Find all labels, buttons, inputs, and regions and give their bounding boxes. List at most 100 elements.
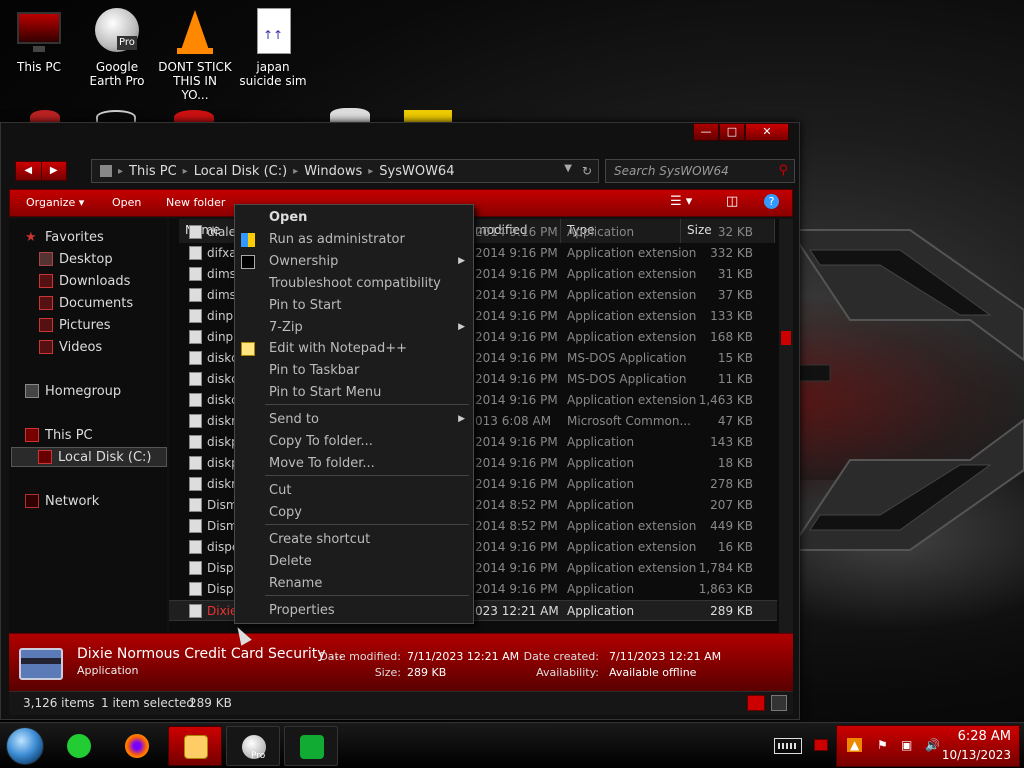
nav-label: Homegroup: [45, 383, 122, 399]
context-menu-item[interactable]: Move To folder...: [235, 453, 473, 475]
status-selected-size: 289 KB: [189, 696, 232, 710]
context-menu-item[interactable]: Pin to Start Menu: [235, 382, 473, 404]
nav-network[interactable]: Network: [25, 491, 181, 511]
address-bar[interactable]: ▸ This PC ▸ Local Disk (C:) ▸ Windows ▸ …: [91, 159, 599, 183]
type-cell: Application extension: [567, 540, 697, 554]
context-menu-label: Properties: [269, 603, 335, 618]
chevron-down-icon[interactable]: ▼: [564, 163, 572, 174]
desktop-folder-icon: [39, 252, 53, 266]
preview-pane-icon[interactable]: ◫: [726, 194, 738, 209]
nav-homegroup[interactable]: Homegroup: [25, 381, 181, 401]
date-modified-cell: 2014 9:16 PM: [475, 393, 558, 407]
scrollbar-thumb[interactable]: [781, 331, 791, 345]
touch-keyboard-icon[interactable]: [774, 738, 802, 754]
details-view-icon[interactable]: [747, 695, 765, 711]
taskbar-app-file-explorer[interactable]: [168, 726, 222, 766]
context-menu-item[interactable]: Properties: [235, 600, 473, 622]
type-cell: Application extension: [567, 309, 697, 323]
desktop-icon-vlc[interactable]: DONT STICK THIS IN YO...: [158, 8, 232, 102]
nav-this-pc[interactable]: This PC: [25, 425, 181, 445]
context-menu-item[interactable]: Edit with Notepad++: [235, 338, 473, 360]
date-modified-cell: 2014 9:16 PM: [475, 372, 558, 386]
context-menu-item[interactable]: Delete: [235, 551, 473, 573]
context-menu-label: Run as administrator: [269, 232, 405, 247]
google-earth-icon: Pro: [93, 8, 141, 56]
desktop-icon-japan-suicide-sim[interactable]: ↑↑ japan suicide sim: [236, 8, 310, 88]
nav-favorites[interactable]: ★ Favorites: [25, 227, 181, 247]
large-icons-view-icon[interactable]: [771, 695, 787, 711]
context-menu-item[interactable]: Pin to Taskbar: [235, 360, 473, 382]
vertical-scrollbar[interactable]: [779, 219, 793, 633]
start-button[interactable]: [6, 727, 44, 765]
context-menu-item[interactable]: Copy: [235, 502, 473, 524]
context-menu-item[interactable]: Pin to Start: [235, 295, 473, 317]
status-item-count: 3,126 items: [23, 696, 95, 710]
type-cell: Application extension: [567, 330, 697, 344]
help-icon[interactable]: ?: [764, 194, 779, 209]
nav-label: Desktop: [59, 251, 113, 267]
organize-button[interactable]: Organize ▾: [26, 196, 84, 209]
notepad-icon: [241, 342, 255, 356]
context-menu-item[interactable]: Open: [235, 207, 473, 229]
context-menu-item[interactable]: Create shortcut: [235, 529, 473, 551]
monitor-icon: [15, 8, 63, 56]
context-menu-label: Pin to Start Menu: [269, 385, 382, 400]
nav-local-disk[interactable]: Local Disk (C:): [11, 447, 167, 467]
desktop-icon-google-earth-pro[interactable]: Pro Google Earth Pro: [80, 8, 154, 88]
context-menu-label: Rename: [269, 576, 323, 591]
forward-arrow-icon[interactable]: ▶: [40, 162, 67, 180]
context-menu-item[interactable]: Ownership ▶: [235, 251, 473, 273]
details-availability-label: Availability:: [536, 666, 599, 679]
desktop-icon-this-pc[interactable]: This PC: [2, 8, 76, 74]
network-icon[interactable]: ▣: [901, 738, 912, 752]
date-modified-cell: 023 12:21 AM: [475, 604, 559, 618]
breadcrumb-local-disk[interactable]: Local Disk (C:): [194, 164, 287, 179]
size-cell: 31 KB: [717, 267, 753, 281]
menu-separator: [265, 475, 469, 476]
file-name-cell: diale: [207, 225, 237, 239]
taskbar-app-firefox[interactable]: [110, 726, 164, 766]
open-button[interactable]: Open: [112, 196, 141, 209]
size-cell: 168 KB: [710, 330, 753, 344]
context-menu-label: Pin to Start: [269, 298, 342, 313]
breadcrumb-windows[interactable]: Windows: [304, 164, 362, 179]
context-menu-item[interactable]: Rename: [235, 573, 473, 595]
breadcrumb-syswow64[interactable]: SysWOW64: [379, 164, 454, 179]
action-center-flag-icon[interactable]: ⚑: [877, 738, 888, 752]
type-cell: Microsoft Common...: [567, 414, 691, 428]
new-folder-button[interactable]: New folder: [166, 196, 225, 209]
view-options-icon[interactable]: ☰ ▾: [670, 194, 692, 209]
clock-date[interactable]: 10/13/2023: [942, 748, 1011, 762]
maximize-button[interactable]: □: [719, 123, 745, 141]
taskbar-app-xbox[interactable]: [284, 726, 338, 766]
navigation-pane: ★ Favorites Desktop Downloads Documents P…: [9, 219, 167, 633]
file-icon: [189, 372, 202, 386]
tray-app-icon[interactable]: [814, 739, 828, 751]
context-menu-item[interactable]: Copy To folder...: [235, 431, 473, 453]
size-cell: 207 KB: [710, 498, 753, 512]
context-menu-label: Copy To folder...: [269, 434, 373, 449]
refresh-icon[interactable]: ↻: [582, 164, 592, 178]
date-modified-cell: 2014 9:16 PM: [475, 477, 558, 491]
file-name-cell: Dixie: [207, 604, 238, 618]
context-menu-item[interactable]: Troubleshoot compatibility: [235, 273, 473, 295]
clock-time[interactable]: 6:28 AM: [958, 729, 1011, 744]
tray-app-icon[interactable]: ▲: [847, 738, 863, 752]
close-button[interactable]: ✕: [745, 123, 789, 141]
context-menu-item[interactable]: Send to ▶: [235, 409, 473, 431]
back-arrow-icon[interactable]: ◀: [16, 162, 41, 180]
taskbar-app-messages[interactable]: [52, 726, 106, 766]
minimize-button[interactable]: —: [693, 123, 719, 141]
context-menu-item[interactable]: Cut: [235, 480, 473, 502]
context-menu-label: Edit with Notepad++: [269, 341, 408, 356]
context-menu-item[interactable]: 7-Zip ▶: [235, 317, 473, 339]
search-icon[interactable]: ⚲: [778, 163, 788, 178]
size-cell: 1,863 KB: [698, 582, 753, 596]
desktop-icon-label: This PC: [17, 60, 61, 74]
breadcrumb-this-pc[interactable]: This PC: [129, 164, 177, 179]
context-menu-item[interactable]: Run as administrator: [235, 229, 473, 251]
taskbar-app-google-earth[interactable]: Pro: [226, 726, 280, 766]
search-input[interactable]: Search SysWOW64 ⚲: [605, 159, 795, 183]
volume-icon[interactable]: 🔊: [925, 738, 940, 752]
size-cell: 289 KB: [710, 604, 753, 618]
